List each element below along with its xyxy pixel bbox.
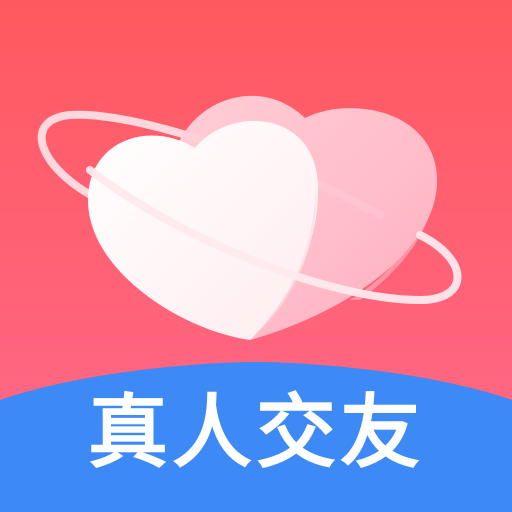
app-name-label: 真人交友 <box>88 386 424 479</box>
app-icon[interactable]: 真人交友 <box>0 0 512 512</box>
